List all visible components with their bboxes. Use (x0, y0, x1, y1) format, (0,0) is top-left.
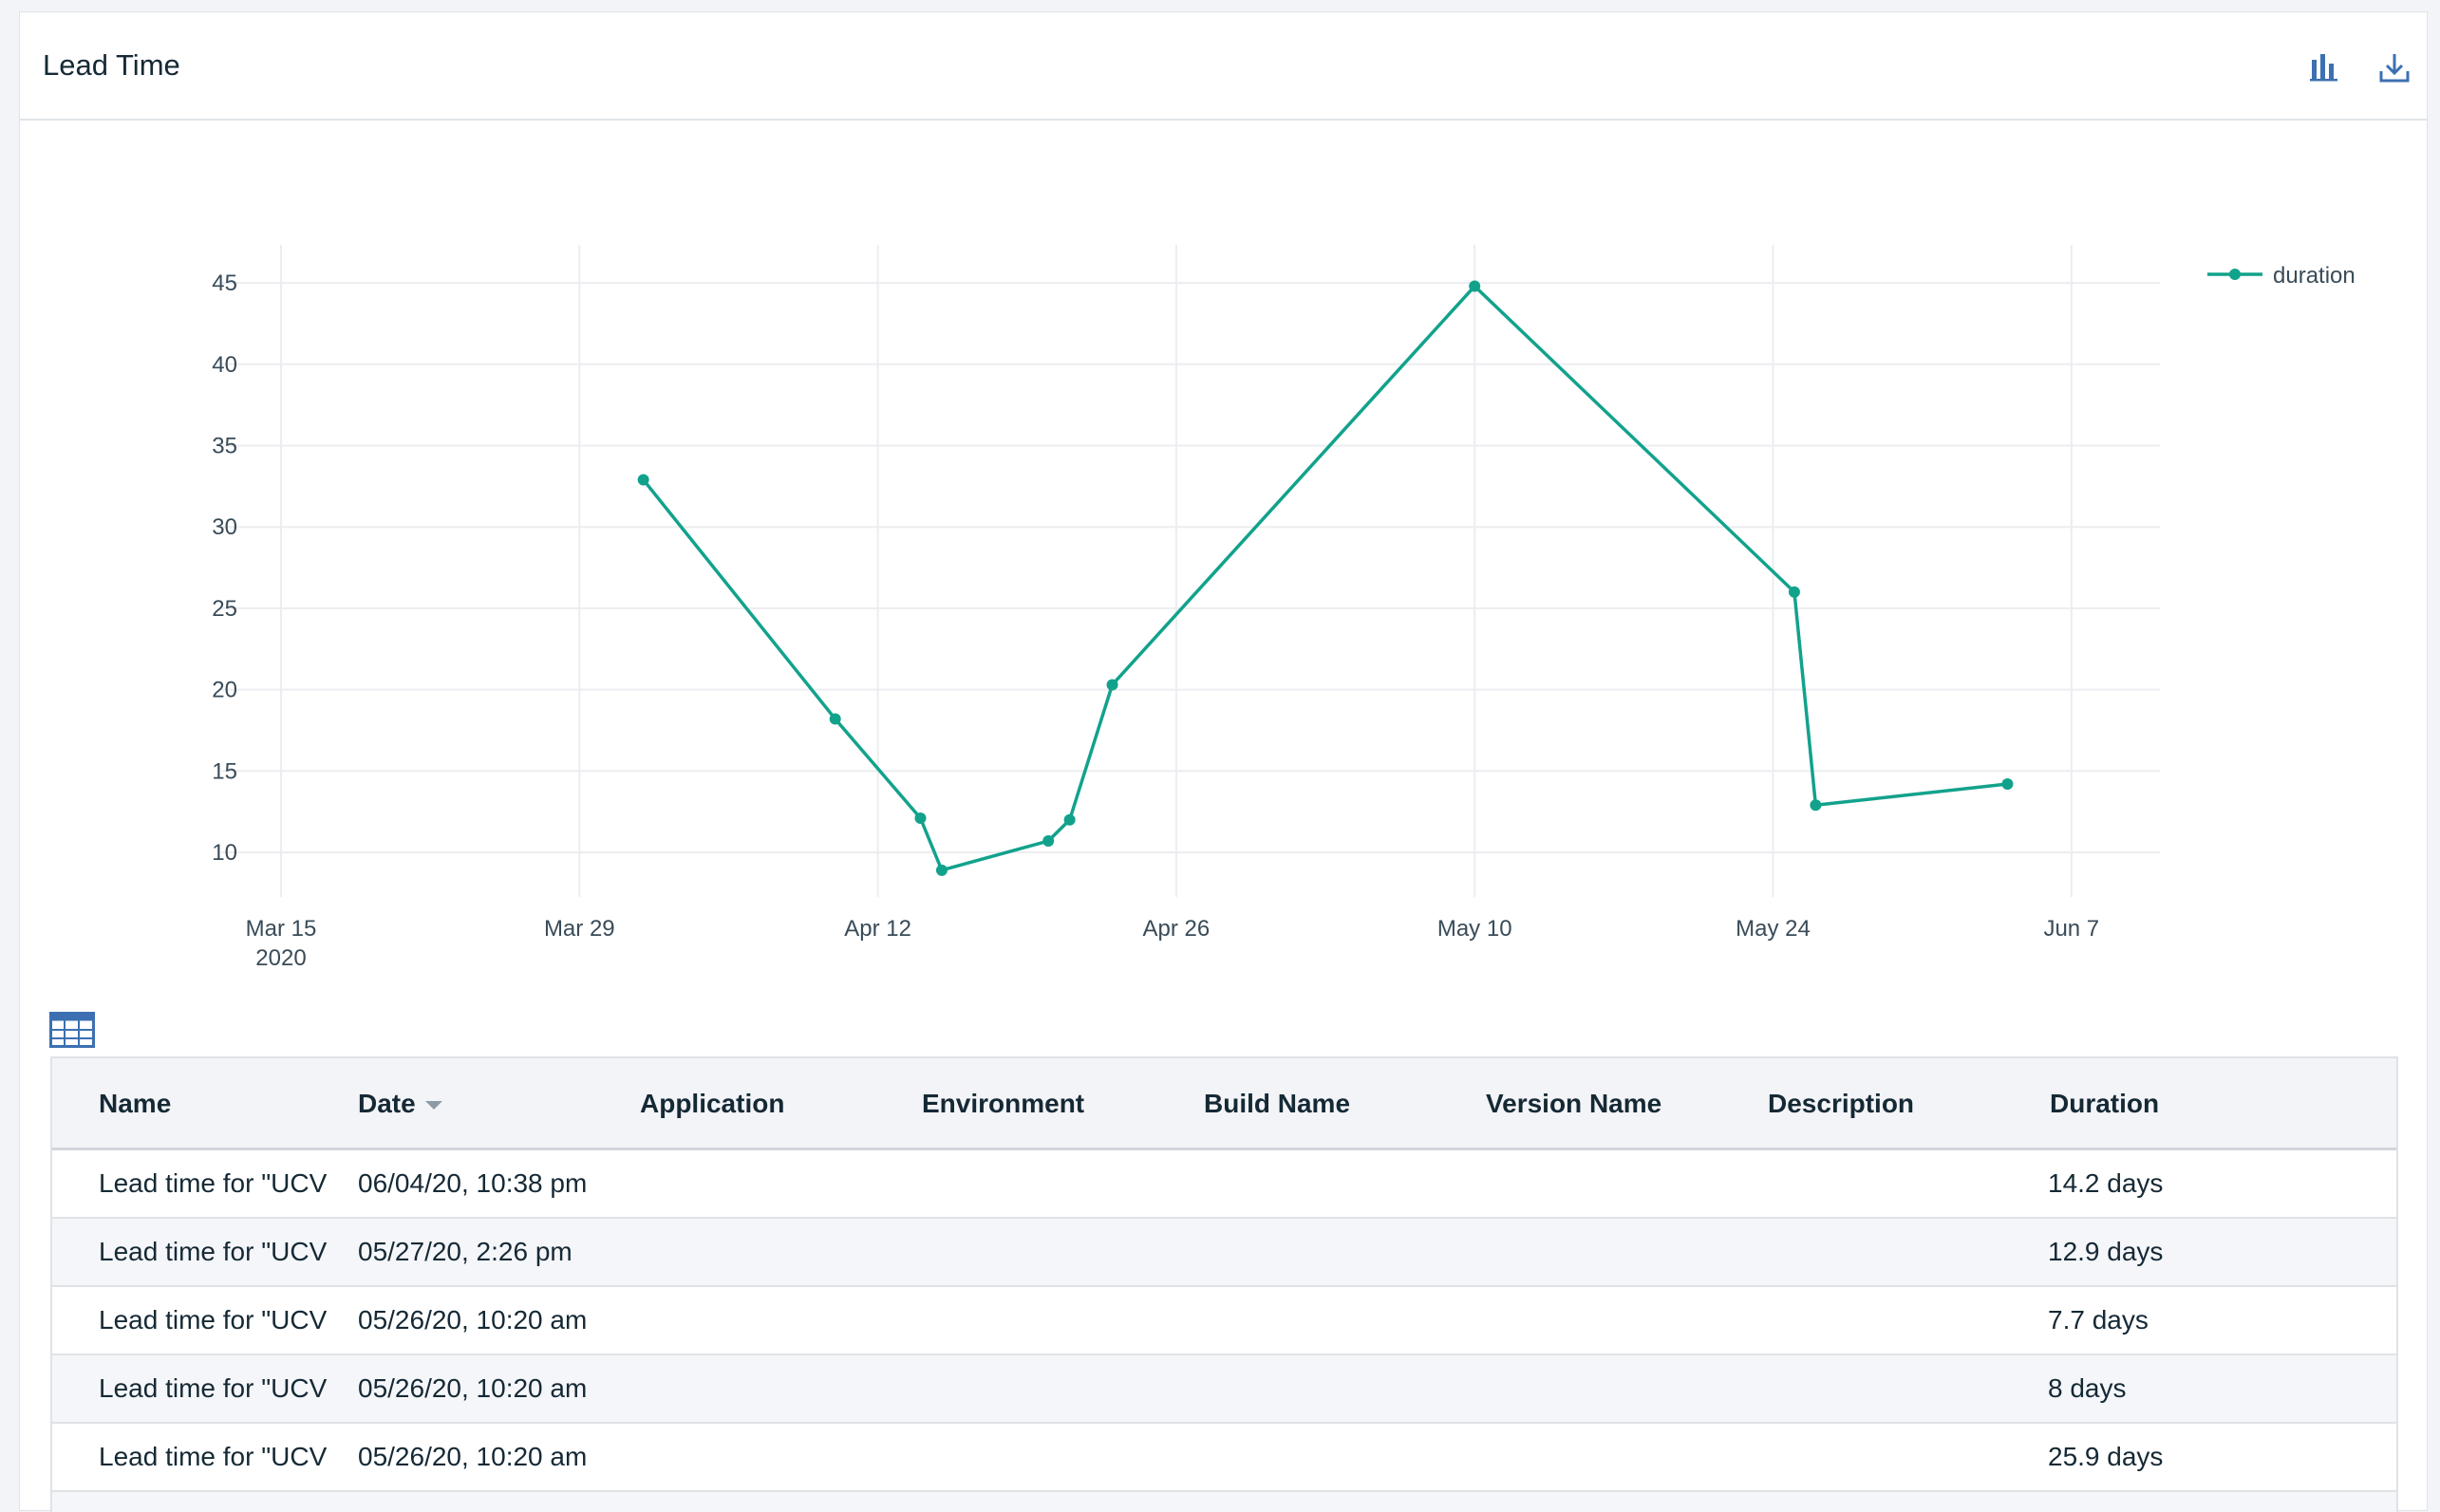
cell-name: Lead time for "UCV · (99, 1237, 331, 1266)
series-line-duration (642, 284, 2008, 872)
cell-date: 05/26/20, 10:20 am (358, 1442, 588, 1471)
y-tick-label: 40 (212, 352, 237, 378)
table-row[interactable]: Lead time for "UCV · 06/04/20, 10:38 pm … (52, 1150, 2396, 1219)
data-point (829, 713, 841, 725)
cell-duration: 7.7 days (2048, 1305, 2149, 1335)
x-tick-label: Apr 26 (1143, 916, 1211, 942)
data-point (935, 864, 948, 876)
cell-name: Lead time for "UCV · (99, 1168, 331, 1198)
table-row[interactable]: Lead time for "UCV · 05/27/20, 2:26 pm 1… (52, 1219, 2396, 1287)
x-tick-label: Mar 15 (246, 916, 317, 942)
x-tick-label: Apr 12 (844, 916, 911, 942)
x-tick-label: 2020 (255, 945, 306, 971)
col-header-version-name[interactable]: Version Name (1486, 1089, 1661, 1119)
cell-name: Lead time for "UCV · (99, 1442, 331, 1471)
cell-date: 06/04/20, 10:38 pm (358, 1168, 588, 1198)
sort-descending-icon (424, 1101, 442, 1111)
cell-date: 05/27/20, 2:26 pm (358, 1237, 572, 1266)
col-header-application[interactable]: Application (640, 1089, 784, 1119)
data-point (1810, 799, 1822, 812)
x-tick-label: Jun 7 (2043, 916, 2099, 942)
y-tick-label: 35 (212, 434, 237, 459)
table-icon[interactable] (49, 1012, 95, 1048)
y-tick-label: 10 (212, 840, 237, 866)
cell-name: Lead time for "UCV · (99, 1373, 331, 1403)
data-point (914, 812, 927, 825)
cell-date: 05/26/20, 10:20 am (358, 1373, 588, 1403)
table-header: Name Date Application Environment Build … (52, 1056, 2396, 1150)
data-point (637, 474, 649, 486)
cell-duration: 12.9 days (2048, 1237, 2164, 1266)
y-tick-label: 25 (212, 596, 237, 622)
cell-duration: 25.9 days (2048, 1442, 2164, 1471)
x-tick-label: Mar 29 (544, 916, 615, 942)
legend-swatch-marker (2229, 269, 2241, 280)
y-tick-label: 20 (212, 678, 237, 703)
x-tick-label: May 24 (1736, 916, 1811, 942)
col-header-date[interactable]: Date (358, 1089, 442, 1119)
cell-duration: 8 days (2048, 1373, 2127, 1403)
data-point (1063, 813, 1076, 826)
data-point (1788, 586, 1800, 598)
cell-name: Lead time for "UCV · (99, 1305, 331, 1335)
data-point (2001, 778, 2014, 791)
table-row[interactable]: Lead time for "UCV · 05/26/20, 10:20 am … (52, 1287, 2396, 1355)
col-header-description[interactable]: Description (1768, 1089, 1914, 1119)
cell-duration: 14.2 days (2048, 1168, 2164, 1198)
col-header-date-label: Date (358, 1089, 416, 1118)
table-row[interactable]: Lead time for "UCV · 05/26/20, 10:20 am … (52, 1355, 2396, 1424)
data-point (1042, 835, 1055, 848)
line-chart: Mar 15 2020 Mar 29 Apr 12 Apr 26 May 10 May 24… (212, 245, 2356, 971)
col-header-duration[interactable]: Duration (2050, 1089, 2159, 1119)
legend-label: duration (2273, 263, 2356, 289)
cell-date: 05/26/20, 10:20 am (358, 1305, 588, 1335)
y-tick-label: 45 (212, 271, 237, 296)
y-tick-label: 30 (212, 514, 237, 540)
table-row[interactable]: Lead time for "UCV · 05/26/20, 10:20 am … (52, 1424, 2396, 1492)
data-point (1106, 679, 1118, 691)
col-header-environment[interactable]: Environment (922, 1089, 1084, 1119)
data-point (1469, 280, 1481, 292)
table-row[interactable] (52, 1492, 2396, 1512)
col-header-name[interactable]: Name (99, 1089, 171, 1119)
lead-time-chart: Mar 15 2020 Mar 29 Apr 12 Apr 26 May 10 May 24… (0, 0, 2440, 997)
y-tick-label: 15 (212, 758, 237, 784)
x-tick-label: May 10 (1437, 916, 1512, 942)
lead-time-table: Name Date Application Environment Build … (50, 1056, 2398, 1512)
col-header-build-name[interactable]: Build Name (1204, 1089, 1350, 1119)
